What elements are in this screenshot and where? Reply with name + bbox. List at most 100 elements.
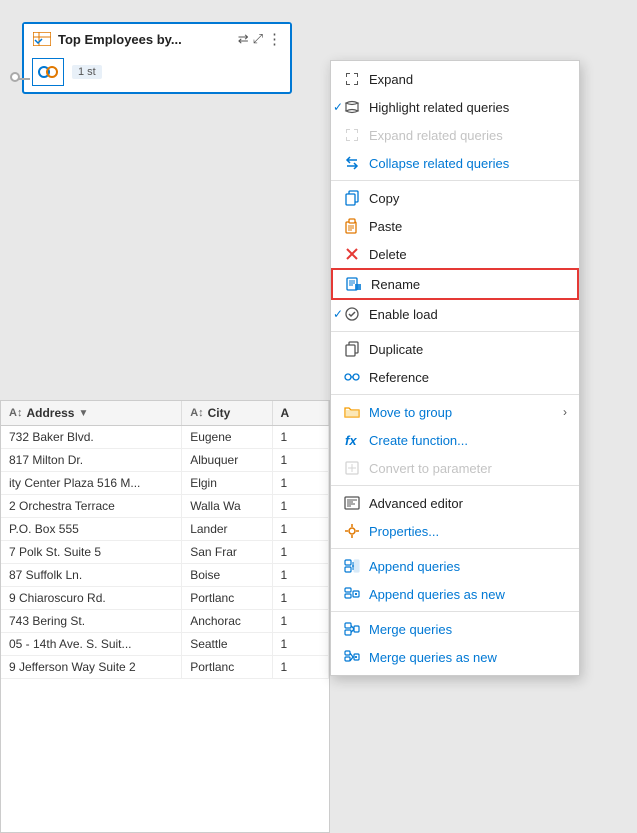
table-cell: 1 <box>272 541 328 564</box>
menu-divider <box>331 485 579 486</box>
col-header-other[interactable]: A <box>272 401 328 426</box>
table-cell: 9 Chiaroscuro Rd. <box>1 587 182 610</box>
menu-item-create-function[interactable]: fx Create function... <box>331 426 579 454</box>
table-cell: 1 <box>272 587 328 610</box>
table-cell: 1 <box>272 610 328 633</box>
menu-label-duplicate: Duplicate <box>369 342 567 357</box>
menu-item-paste[interactable]: Paste <box>331 212 579 240</box>
menu-label-merge-queries: Merge queries <box>369 622 567 637</box>
append-icon <box>343 557 361 575</box>
duplicate-icon <box>343 340 361 358</box>
menu-item-expand-related: Expand related queries <box>331 121 579 149</box>
menu-item-copy[interactable]: Copy <box>331 184 579 212</box>
table-row: 9 Jefferson Way Suite 2Portlanc1 <box>1 656 329 679</box>
table-cell: ity Center Plaza 516 M... <box>1 472 182 495</box>
query-card-actions: ⇄ ⤢ ⋮ <box>238 30 282 48</box>
highlight-icon <box>343 98 361 116</box>
col-header-address[interactable]: A↕ Address ▼ <box>1 401 182 426</box>
merge-new-icon <box>343 648 361 666</box>
col-label-address: Address <box>26 406 74 420</box>
menu-item-merge-queries[interactable]: Merge queries <box>331 615 579 643</box>
table-row: 732 Baker Blvd.Eugene1 <box>1 426 329 449</box>
menu-item-append-queries[interactable]: Append queries <box>331 552 579 580</box>
table-cell: 05 - 14th Ave. S. Suit... <box>1 633 182 656</box>
menu-label-highlight-related: Highlight related queries <box>369 100 567 115</box>
more-icon[interactable]: ⋮ <box>267 30 282 48</box>
table-cell: 1 <box>272 426 328 449</box>
table-row: 743 Bering St.Anchorac1 <box>1 610 329 633</box>
menu-item-append-new[interactable]: Append queries as new <box>331 580 579 608</box>
menu-label-copy: Copy <box>369 191 567 206</box>
properties-icon <box>343 522 361 540</box>
table-cell: P.O. Box 555 <box>1 518 182 541</box>
table-cell: 1 <box>272 495 328 518</box>
menu-item-collapse-related[interactable]: Collapse related queries <box>331 149 579 177</box>
rename-icon <box>345 275 363 293</box>
table-cell: 9 Jefferson Way Suite 2 <box>1 656 182 679</box>
query-body-icon <box>32 58 64 86</box>
menu-item-move-to-group[interactable]: Move to group› <box>331 398 579 426</box>
data-table: A↕ Address ▼ A↕ City A <box>1 401 329 679</box>
folder-icon <box>343 403 361 421</box>
table-cell: 1 <box>272 656 328 679</box>
table-row: 87 Suffolk Ln.Boise1 <box>1 564 329 587</box>
menu-item-expand[interactable]: Expand <box>331 65 579 93</box>
share-icon[interactable]: ⇄ <box>238 31 249 47</box>
menu-item-reference[interactable]: Reference <box>331 363 579 391</box>
table-cell: Portlanc <box>182 656 272 679</box>
menu-label-enable-load: Enable load <box>369 307 567 322</box>
table-cell: 1 <box>272 518 328 541</box>
delete-icon <box>343 245 361 263</box>
expand-icon-btn[interactable]: ⤢ <box>253 31 263 47</box>
table-cell: 1 <box>272 564 328 587</box>
menu-divider <box>331 331 579 332</box>
context-menu: Expand Highlight related queries Expand re… <box>330 60 580 676</box>
svg-text:fx: fx <box>345 433 357 448</box>
table-cell: 1 <box>272 472 328 495</box>
table-row: 9 Chiaroscuro Rd.Portlanc1 <box>1 587 329 610</box>
copy-icon <box>343 189 361 207</box>
table-cell: 817 Milton Dr. <box>1 449 182 472</box>
paste-icon <box>343 217 361 235</box>
menu-item-highlight-related[interactable]: Highlight related queries <box>331 93 579 121</box>
expand-related-icon <box>343 126 361 144</box>
table-cell: Albuquer <box>182 449 272 472</box>
table-cell: 1 <box>272 633 328 656</box>
query-card-header: Top Employees by... ⇄ ⤢ ⋮ <box>24 24 290 54</box>
enable-icon <box>343 305 361 323</box>
table-cell: 732 Baker Blvd. <box>1 426 182 449</box>
table-cell: Elgin <box>182 472 272 495</box>
table-cell: 1 <box>272 449 328 472</box>
table-cell: Anchorac <box>182 610 272 633</box>
menu-label-create-function: Create function... <box>369 433 567 448</box>
table-row: 817 Milton Dr.Albuquer1 <box>1 449 329 472</box>
col-label-city: City <box>208 406 231 420</box>
query-table-icon <box>32 31 52 47</box>
menu-item-enable-load[interactable]: Enable load <box>331 300 579 328</box>
table-cell: 7 Polk St. Suite 5 <box>1 541 182 564</box>
menu-label-properties: Properties... <box>369 524 567 539</box>
reference-icon <box>343 368 361 386</box>
table-row: P.O. Box 555Lander1 <box>1 518 329 541</box>
merge-icon <box>343 620 361 638</box>
address-type-icon: A↕ <box>9 407 22 419</box>
menu-item-merge-new[interactable]: Merge queries as new <box>331 643 579 671</box>
menu-label-advanced-editor: Advanced editor <box>369 496 567 511</box>
menu-item-duplicate[interactable]: Duplicate <box>331 335 579 363</box>
menu-item-delete[interactable]: Delete <box>331 240 579 268</box>
col-header-city[interactable]: A↕ City <box>182 401 272 426</box>
table-cell: Portlanc <box>182 587 272 610</box>
table-cell: Boise <box>182 564 272 587</box>
menu-item-properties[interactable]: Properties... <box>331 517 579 545</box>
menu-label-collapse-related: Collapse related queries <box>369 156 567 171</box>
menu-label-convert-param: Convert to parameter <box>369 461 567 476</box>
query-card-title: Top Employees by... <box>58 32 232 47</box>
menu-item-rename[interactable]: Rename <box>331 268 579 300</box>
table-row: 2 Orchestra TerraceWalla Wa1 <box>1 495 329 518</box>
address-sort-icon[interactable]: ▼ <box>78 408 88 419</box>
table-cell: 87 Suffolk Ln. <box>1 564 182 587</box>
query-card-body: 1 st <box>24 54 290 92</box>
step-badge: 1 st <box>72 65 102 79</box>
menu-item-advanced-editor[interactable]: Advanced editor <box>331 489 579 517</box>
menu-label-delete: Delete <box>369 247 567 262</box>
